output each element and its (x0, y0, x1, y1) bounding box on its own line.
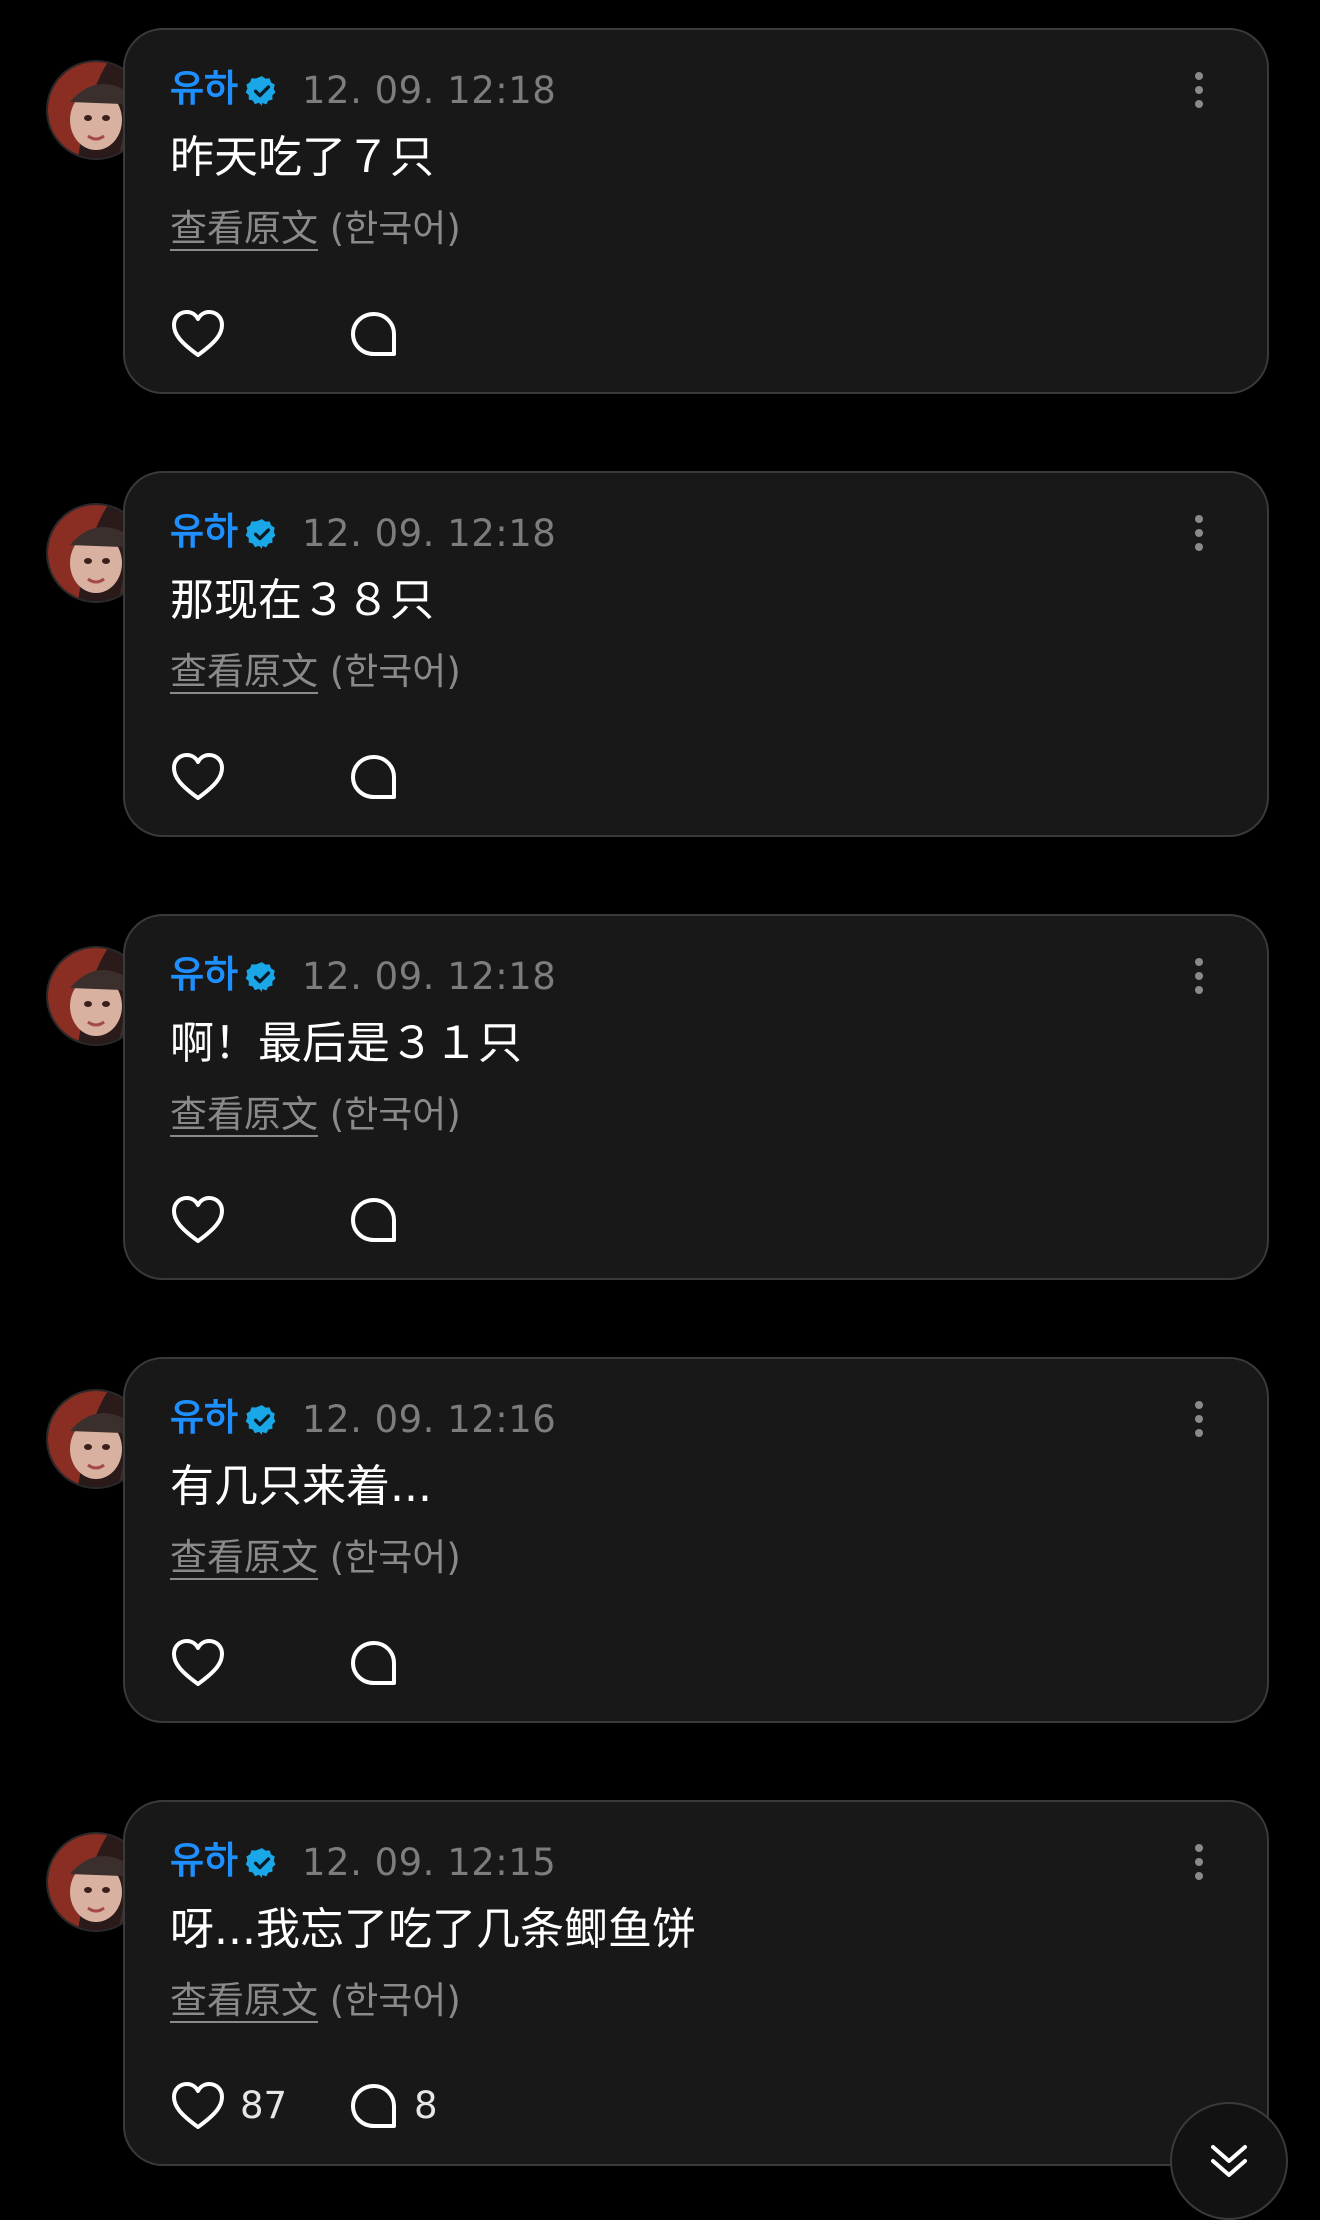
more-vertical-icon[interactable] (1189, 1399, 1209, 1439)
translation-toggle: 查看原文 (한국어) (170, 649, 461, 695)
translation-toggle: 查看原文 (한국어) (170, 206, 461, 252)
reply-button[interactable] (348, 1633, 414, 1693)
timestamp: 12. 09. 12:15 (302, 1841, 557, 1884)
translation-toggle: 查看原文 (한국어) (170, 1535, 461, 1581)
speech-bubble-icon (351, 755, 396, 799)
comment-card: 유하 12. 09. 12:16 有几只来着... 查看原文 (한국어) (123, 1357, 1269, 1723)
comment-feed: 유하 12. 09. 12:18 昨天吃了７只 查看原文 (한국어) 유하 12… (0, 0, 1320, 2220)
scroll-to-bottom-button[interactable] (1170, 2102, 1288, 2220)
like-count: 87 (240, 2084, 288, 2127)
timestamp: 12. 09. 12:18 (302, 69, 557, 112)
double-chevron-down-icon (1211, 2145, 1247, 2177)
timestamp: 12. 09. 12:18 (302, 512, 557, 555)
speech-bubble-icon (351, 1641, 396, 1685)
more-vertical-icon[interactable] (1189, 70, 1209, 110)
original-language: (한국어) (329, 650, 461, 693)
original-language: (한국어) (329, 1093, 461, 1136)
heart-icon (172, 1639, 224, 1686)
like-button[interactable]: 87 (170, 2076, 287, 2136)
comment-text: 呀...我忘了吃了几条鲫鱼饼 (170, 1904, 696, 1955)
original-language: (한국어) (329, 1536, 461, 1579)
comment-text: 那现在３８只 (170, 575, 434, 626)
comment-card: 유하 12. 09. 12:15 呀...我忘了吃了几条鲫鱼饼 查看原文 (한국… (123, 1800, 1269, 2166)
comment-card: 유하 12. 09. 12:18 昨天吃了７只 查看原文 (한국어) (123, 28, 1269, 394)
view-original-link[interactable]: 查看原文 (170, 1979, 318, 2022)
translation-toggle: 查看原文 (한국어) (170, 1092, 461, 1138)
comment-item: 유하 12. 09. 12:18 那现在３８只 查看原文 (한국어) (0, 471, 1320, 841)
reply-count: 8 (414, 2084, 438, 2127)
author-name[interactable]: 유하 (170, 509, 238, 555)
like-button[interactable] (170, 304, 240, 364)
speech-bubble-icon (351, 2084, 396, 2128)
reply-button[interactable] (348, 1190, 414, 1250)
author-name[interactable]: 유하 (170, 1838, 238, 1884)
original-language: (한국어) (329, 1979, 461, 2022)
comment-card: 유하 12. 09. 12:18 啊！最后是３１只 查看原文 (한국어) (123, 914, 1269, 1280)
like-button[interactable] (170, 747, 240, 807)
view-original-link[interactable]: 查看原文 (170, 1536, 318, 1579)
speech-bubble-icon (351, 1198, 396, 1242)
heart-icon (172, 753, 224, 800)
verified-badge-icon (245, 76, 276, 106)
more-vertical-icon[interactable] (1189, 1842, 1209, 1882)
original-language: (한국어) (329, 207, 461, 250)
author-name[interactable]: 유하 (170, 1395, 238, 1441)
comment-item: 유하 12. 09. 12:18 啊！最后是３１只 查看原文 (한국어) (0, 914, 1320, 1284)
author-name[interactable]: 유하 (170, 66, 238, 112)
comment-card: 유하 12. 09. 12:18 那现在３８只 查看原文 (한국어) (123, 471, 1269, 837)
comment-text: 有几只来着... (170, 1461, 432, 1512)
like-button[interactable] (170, 1190, 240, 1250)
verified-badge-icon (245, 1405, 276, 1435)
verified-badge-icon (245, 519, 276, 549)
author-name[interactable]: 유하 (170, 952, 238, 998)
more-vertical-icon[interactable] (1189, 956, 1209, 996)
comment-item: 유하 12. 09. 12:18 昨天吃了７只 查看原文 (한국어) (0, 28, 1320, 398)
heart-icon (172, 310, 224, 357)
reply-button[interactable]: 8 (348, 2076, 438, 2136)
comment-text: 昨天吃了７只 (170, 132, 434, 183)
view-original-link[interactable]: 查看原文 (170, 650, 318, 693)
comment-item: 유하 12. 09. 12:15 呀...我忘了吃了几条鲫鱼饼 查看原文 (한국… (0, 1800, 1320, 2170)
comment-item: 유하 12. 09. 12:16 有几只来着... 查看原文 (한국어) (0, 1357, 1320, 1727)
timestamp: 12. 09. 12:16 (302, 1398, 557, 1441)
comment-text: 啊！最后是３１只 (170, 1018, 522, 1069)
like-button[interactable] (170, 1633, 240, 1693)
timestamp: 12. 09. 12:18 (302, 955, 557, 998)
reply-button[interactable] (348, 747, 414, 807)
verified-badge-icon (245, 1848, 276, 1878)
view-original-link[interactable]: 查看原文 (170, 207, 318, 250)
reply-button[interactable] (348, 304, 414, 364)
more-vertical-icon[interactable] (1189, 513, 1209, 553)
speech-bubble-icon (351, 312, 396, 356)
heart-icon (172, 2082, 224, 2129)
translation-toggle: 查看原文 (한국어) (170, 1978, 461, 2024)
heart-icon (172, 1196, 224, 1243)
view-original-link[interactable]: 查看原文 (170, 1093, 318, 1136)
verified-badge-icon (245, 962, 276, 992)
